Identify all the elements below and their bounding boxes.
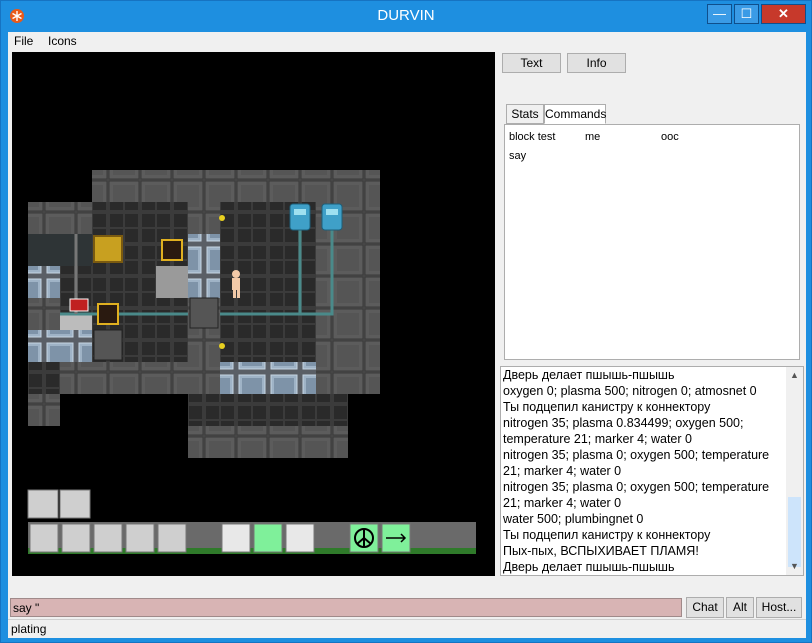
- window-tile: [188, 234, 220, 298]
- rest-icon[interactable]: [59, 489, 91, 519]
- output-lines: Дверь делает пшышь-пшышь oxygen 0; plasm…: [503, 367, 785, 575]
- dark-floor: [28, 234, 92, 266]
- yellow-machine-icon[interactable]: [93, 235, 123, 263]
- vent-icon: [189, 297, 219, 329]
- output-line: water 500; plumbingnet 0: [503, 512, 644, 526]
- lie-down-icon[interactable]: [29, 523, 59, 553]
- info-button[interactable]: Info: [567, 53, 626, 73]
- output-line: 21; marker 4; water 0: [503, 496, 622, 510]
- scroll-up-icon[interactable]: ▲: [786, 367, 803, 384]
- map-canvas[interactable]: [12, 52, 495, 576]
- tab-commands[interactable]: Commands: [544, 104, 606, 124]
- backpack-icon[interactable]: [157, 523, 187, 553]
- pull-icon[interactable]: [285, 523, 315, 553]
- chat-button[interactable]: Chat: [686, 597, 724, 618]
- close-button[interactable]: ✕: [761, 4, 806, 24]
- command-item[interactable]: block test: [509, 131, 555, 143]
- output-line: Дверь делает пшышь-пшышь: [503, 368, 675, 382]
- output-line: nitrogen 35; plasma 0; oxygen 500; tempe…: [503, 448, 770, 462]
- chest-icon[interactable]: [125, 523, 155, 553]
- window-tile: [220, 362, 316, 394]
- scroll-thumb[interactable]: [788, 497, 801, 567]
- crate-icon[interactable]: [161, 239, 183, 261]
- window-title: DURVIN: [377, 7, 435, 24]
- command-input-row: Chat Alt Host...: [8, 597, 806, 619]
- command-input[interactable]: [10, 598, 682, 617]
- rubble-tile: [156, 266, 188, 298]
- empty-slot[interactable]: [221, 523, 251, 553]
- client-area: File Icons Text Info Stats Commands bloc…: [8, 32, 806, 638]
- host-button[interactable]: Host...: [756, 597, 802, 618]
- grid-floor-5: [28, 362, 60, 394]
- title-bar[interactable]: DURVIN — ☐ ✕: [1, 1, 811, 31]
- output-scrollbar[interactable]: ▲ ▼: [786, 367, 803, 575]
- alt-button[interactable]: Alt: [726, 597, 754, 618]
- wall-top: [92, 170, 380, 202]
- command-item[interactable]: me: [585, 131, 600, 143]
- output-line: 21; marker 4; water 0: [503, 464, 622, 478]
- tab-stats[interactable]: Stats: [506, 104, 544, 124]
- output-line: temperature 21; marker 4; water 0: [503, 432, 692, 446]
- output-line: Ты подцепил канистру к коннектору: [503, 528, 711, 542]
- output-line: Пых-пых, ВСПЫХИВАЕТ ПЛАМЯ!: [503, 544, 699, 558]
- lie-down-icon[interactable]: [27, 489, 59, 519]
- chat-output[interactable]: Дверь делает пшышь-пшышь oxygen 0; plasm…: [500, 366, 804, 576]
- face-icon[interactable]: [61, 523, 91, 553]
- light-icon: [219, 215, 225, 221]
- status-bar: plating: [8, 619, 806, 638]
- game-map[interactable]: [12, 52, 495, 576]
- intent-help-slot[interactable]: [253, 523, 283, 553]
- output-line: nitrogen 35; plasma 0; oxygen 500; tempe…: [503, 480, 770, 494]
- maximize-button[interactable]: ☐: [734, 4, 759, 24]
- app-window: DURVIN — ☐ ✕ File Icons Text Info Stats …: [0, 0, 812, 643]
- canister-icon[interactable]: [321, 203, 343, 231]
- output-line: oxygen 0; plasma 500; nitrogen 0; atmosn…: [503, 384, 757, 398]
- info-panel: Text Info Stats Commands block test me o…: [500, 52, 804, 362]
- window-tile: [28, 330, 92, 362]
- text-button[interactable]: Text: [502, 53, 561, 73]
- hand-pose-icon[interactable]: [93, 523, 123, 553]
- command-item[interactable]: ooc: [661, 131, 679, 143]
- menu-file[interactable]: File: [14, 34, 33, 48]
- red-machine-icon[interactable]: [69, 298, 89, 312]
- output-line: nitrogen 35; plasma 0.834499; oxygen 500…: [503, 416, 744, 430]
- menu-icons[interactable]: Icons: [48, 34, 77, 48]
- scroll-down-icon[interactable]: ▼: [786, 558, 803, 575]
- minimize-button[interactable]: —: [707, 4, 732, 24]
- light-icon: [219, 343, 225, 349]
- grid-floor-4: [188, 394, 348, 426]
- canister-icon[interactable]: [289, 203, 311, 231]
- vent-icon: [93, 329, 123, 361]
- output-line: Дверь делает пшышь-пшышь: [503, 560, 675, 574]
- menu-bar: File Icons: [8, 32, 806, 50]
- rubble-tile: [60, 314, 92, 330]
- command-item[interactable]: say: [509, 150, 526, 162]
- crate-icon[interactable]: [97, 303, 119, 325]
- status-text: plating: [11, 622, 47, 636]
- output-line: Ты подцепил канистру к коннектору: [503, 400, 711, 414]
- player-character-icon[interactable]: [232, 270, 240, 298]
- window-tile: [28, 266, 60, 298]
- hud-bar: [27, 489, 476, 554]
- commands-list: block test me ooc say: [504, 124, 800, 360]
